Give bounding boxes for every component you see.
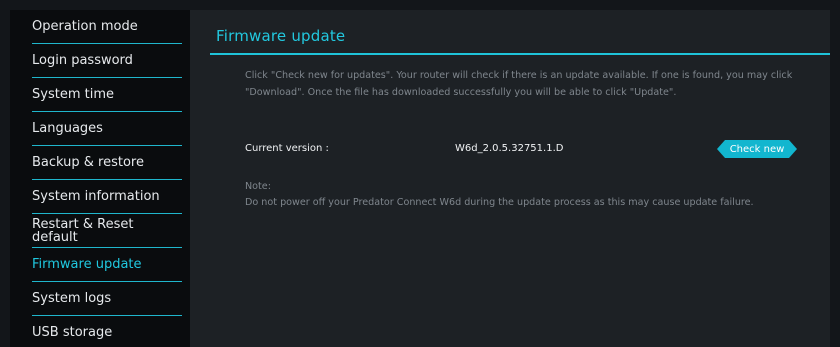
title-underline	[210, 53, 830, 55]
sidebar-item-label: Firmware update	[32, 257, 142, 272]
check-new-button[interactable]: Check new	[717, 140, 797, 158]
main-content: Firmware update Click "Check new for upd…	[190, 10, 830, 347]
sidebar-item-firmware-update[interactable]: Firmware update	[10, 248, 190, 281]
sidebar-item-login-password[interactable]: Login password	[10, 44, 190, 77]
sidebar-item-label: System time	[32, 87, 114, 102]
note-label: Note:	[245, 181, 271, 192]
sidebar-item-label: Languages	[32, 121, 103, 136]
sidebar-item-label: Backup & restore	[32, 155, 144, 170]
sidebar-item-backup-restore[interactable]: Backup & restore	[10, 146, 190, 179]
note-text: Do not power off your Predator Connect W…	[245, 197, 754, 208]
sidebar-item-usb-storage[interactable]: USB storage	[10, 316, 190, 347]
sidebar-item-label: Login password	[32, 53, 133, 68]
instructions-text: Click "Check new for updates". Your rout…	[245, 70, 793, 98]
router-settings-page: Operation mode Login password System tim…	[0, 0, 840, 347]
sidebar-item-label: System information	[32, 189, 160, 204]
sidebar-item-label: Operation mode	[32, 19, 138, 34]
sidebar-item-system-time[interactable]: System time	[10, 78, 190, 111]
current-version-label: Current version :	[245, 143, 329, 154]
page-title: Firmware update	[216, 27, 346, 45]
sidebar-item-system-information[interactable]: System information	[10, 180, 190, 213]
sidebar-item-operation-mode[interactable]: Operation mode	[10, 10, 190, 43]
sidebar-item-label: System logs	[32, 291, 112, 306]
sidebar-item-system-logs[interactable]: System logs	[10, 282, 190, 315]
sidebar-item-languages[interactable]: Languages	[10, 112, 190, 145]
sidebar-item-label: Restart & Reset default	[32, 216, 134, 245]
sidebar: Operation mode Login password System tim…	[10, 10, 190, 347]
current-version-value: W6d_2.0.5.32751.1.D	[455, 143, 564, 154]
sidebar-item-restart-reset[interactable]: Restart & Reset default	[10, 214, 190, 247]
sidebar-item-label: USB storage	[32, 325, 113, 340]
